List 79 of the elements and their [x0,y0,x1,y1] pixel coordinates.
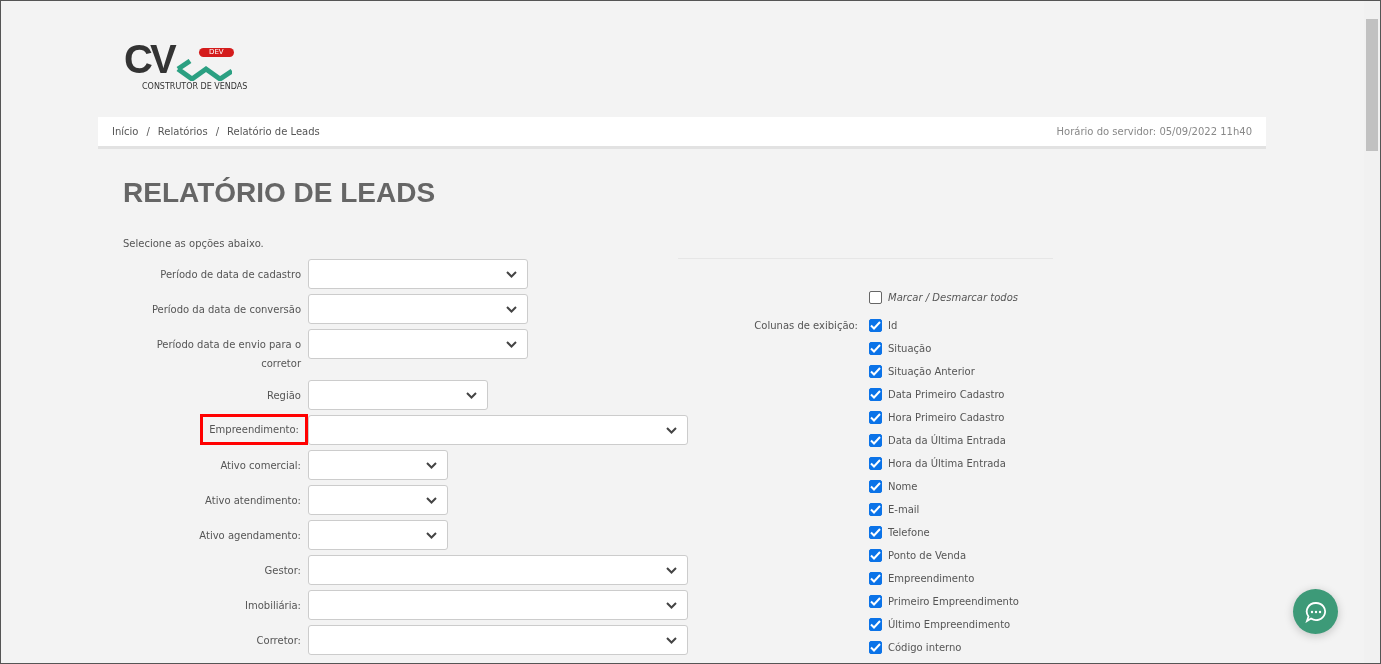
chevron-down-icon [666,426,677,434]
checkbox-label: Data Primeiro Cadastro [888,389,1005,400]
checkbox-label: E-mail [888,504,920,515]
checkbox[interactable] [869,434,882,447]
checkbox-label: Hora da Última Entrada [888,458,1006,469]
chevron-down-icon [506,305,517,313]
checkbox-label: Situação [888,343,932,354]
dropdown-field[interactable] [308,380,488,410]
checkbox[interactable] [869,503,882,516]
columns-label: Colunas de exibição: [754,320,858,331]
chevron-down-icon [506,340,517,348]
dropdown-field[interactable] [308,625,688,655]
checkbox[interactable] [869,411,882,424]
checkbox-label: Situação Anterior [888,366,975,377]
checkbox[interactable] [869,319,882,332]
field-label: Ativo comercial: [220,459,301,473]
field-label: Imobiliária: [245,599,301,613]
chat-bubble-icon [1304,600,1327,623]
logo-letters: CV [124,37,174,82]
checkbox[interactable] [869,549,882,562]
field-label: Período data de envio para o corretor [155,338,301,371]
checkbox[interactable] [869,526,882,539]
checkbox[interactable] [869,388,882,401]
page-title: RELATÓRIO DE LEADS [123,176,437,210]
wave-icon [176,59,232,81]
dropdown-field[interactable] [308,329,528,359]
server-time: Horário do servidor: 05/09/2022 11h40 [1056,126,1252,137]
field-label: Período da data de conversão [151,303,301,317]
checkbox[interactable] [869,457,882,470]
field-label: Corretor: [256,634,301,648]
field-label: Ativo atendimento: [205,494,301,508]
checkbox-label: Id [888,320,898,331]
breadcrumb-separator: / [215,126,220,137]
dropdown-field[interactable] [308,520,448,550]
chevron-down-icon [466,391,477,399]
checkbox-label: Código interno [888,642,962,653]
checkbox-label: Empreendimento [888,573,975,584]
dropdown-field[interactable] [308,415,688,445]
checkbox[interactable] [869,595,882,608]
breadcrumb-link[interactable]: Relatório de Leads [227,126,320,137]
chevron-down-icon [426,531,437,539]
checkbox-label: Telefone [888,527,930,538]
breadcrumb-link[interactable]: Relatórios [157,126,208,137]
checkbox[interactable] [869,641,882,654]
checkbox[interactable] [869,618,882,631]
chevron-down-icon [666,636,677,644]
field-label: Ativo agendamento: [199,529,301,543]
dropdown-field[interactable] [308,485,448,515]
dropdown-field[interactable] [308,555,688,585]
dropdown-field[interactable] [308,590,688,620]
checkbox-label: Primeiro Empreendimento [888,596,1019,607]
field-label: Gestor: [264,564,301,578]
checkbox[interactable] [869,291,882,304]
chevron-down-icon [426,461,437,469]
field-label: Empreendimento: [203,417,305,442]
checkbox-label: Nome [888,481,918,492]
chat-button[interactable] [1293,589,1338,634]
checkbox-label: Marcar / Desmarcar todos [888,292,1018,303]
chevron-down-icon [666,566,677,574]
checkbox[interactable] [869,572,882,585]
breadcrumb-separator: / [146,126,150,137]
field-label: Período de data de cadastro [160,268,301,282]
checkbox-label: Último Empreendimento [888,619,1011,630]
breadcrumb-link[interactable]: Início [112,126,139,137]
logo-tagline: CONSTRUTOR DE VENDAS [142,82,248,91]
checkbox-label: Ponto de Venda [888,550,967,561]
checkbox[interactable] [869,342,882,355]
dropdown-field[interactable] [308,450,448,480]
checkbox[interactable] [869,365,882,378]
checkbox-label: Data da Última Entrada [888,435,1006,446]
field-label: Região [266,389,301,403]
dropdown-field[interactable] [308,294,528,324]
instructions-text: Selecione as opções abaixo. [123,238,265,249]
checkbox[interactable] [869,480,882,493]
checkbox-label: Hora Primeiro Cadastro [888,412,1005,423]
chevron-down-icon [426,496,437,504]
chevron-down-icon [506,270,517,278]
chevron-down-icon [666,601,677,609]
dropdown-field[interactable] [308,259,528,289]
